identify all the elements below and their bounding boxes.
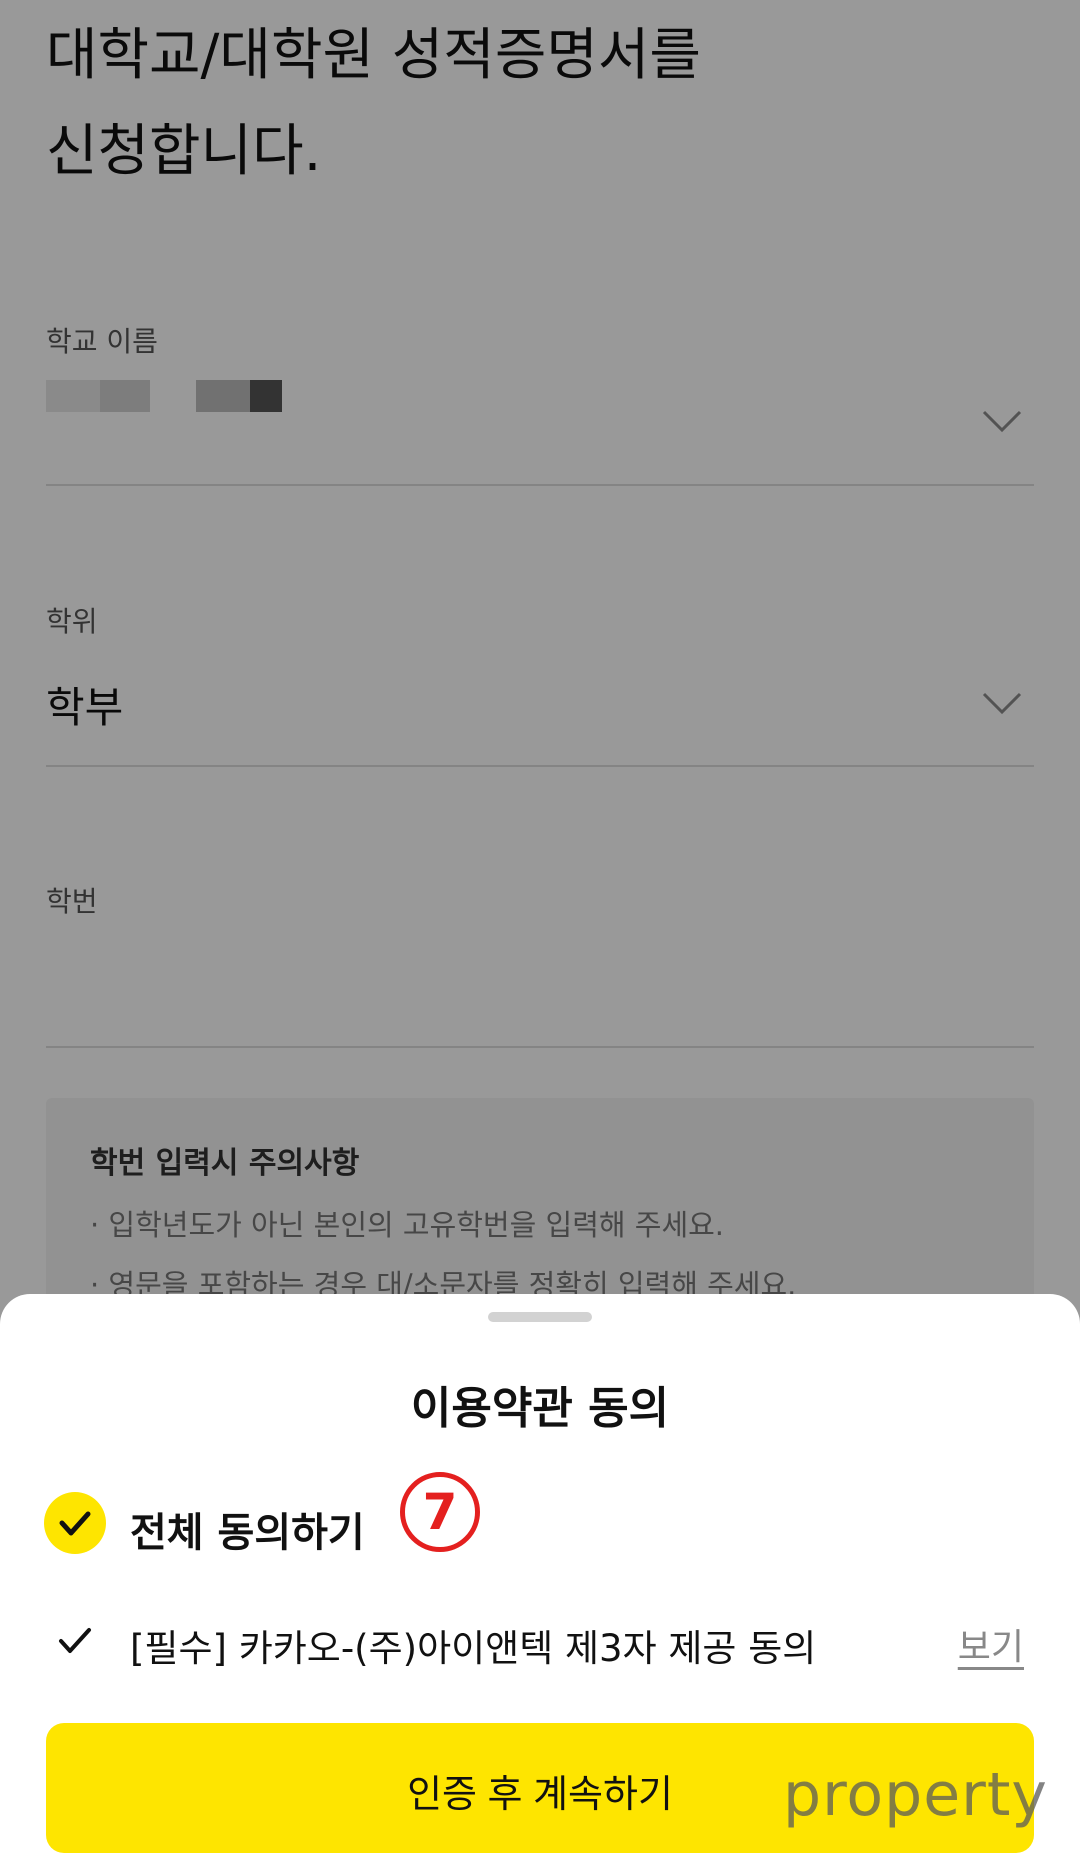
term-label: [필수] 카카오-(주)아이앤텍 제3자 제공 동의 xyxy=(130,1627,817,1670)
sheet-grabber-handle[interactable] xyxy=(488,1312,592,1322)
agree-all-label: 전체 동의하기 xyxy=(130,1510,365,1556)
check-icon xyxy=(44,1492,106,1554)
agree-all-checkbox[interactable]: 전체 동의하기 xyxy=(44,1488,644,1558)
watermark: property xyxy=(783,1760,1048,1830)
check-icon xyxy=(59,1628,91,1653)
step-marker-annotation: 7 xyxy=(400,1472,480,1552)
term-item-third-party[interactable]: [필수] 카카오-(주)아이앤텍 제3자 제공 동의 보기 xyxy=(58,1612,1028,1672)
term-view-link[interactable]: 보기 xyxy=(958,1618,1024,1670)
sheet-title: 이용약관 동의 xyxy=(410,1383,670,1434)
